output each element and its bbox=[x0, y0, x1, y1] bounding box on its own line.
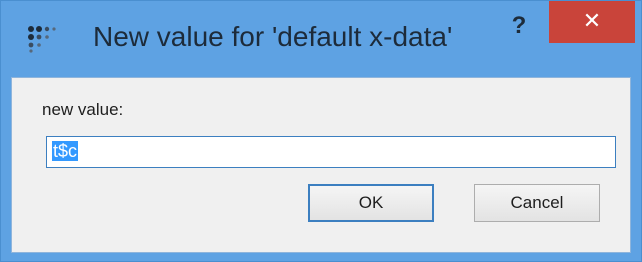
selected-text: t$c bbox=[52, 141, 79, 161]
cancel-button[interactable]: Cancel bbox=[474, 184, 600, 222]
title-bar[interactable]: New value for 'default x-data' ? ✕ bbox=[1, 1, 641, 77]
close-button[interactable]: ✕ bbox=[549, 1, 635, 43]
help-button[interactable]: ? bbox=[499, 9, 539, 43]
dialog-body: new value: t$c OK Cancel bbox=[11, 77, 631, 253]
new-value-label: new value: bbox=[42, 100, 124, 119]
dialog-window: New value for 'default x-data' ? ✕ new v… bbox=[0, 0, 642, 262]
new-value-input[interactable]: t$c bbox=[46, 136, 616, 168]
window-title: New value for 'default x-data' bbox=[93, 21, 453, 52]
ok-button[interactable]: OK bbox=[308, 184, 434, 222]
dots-grid-icon bbox=[28, 26, 56, 53]
